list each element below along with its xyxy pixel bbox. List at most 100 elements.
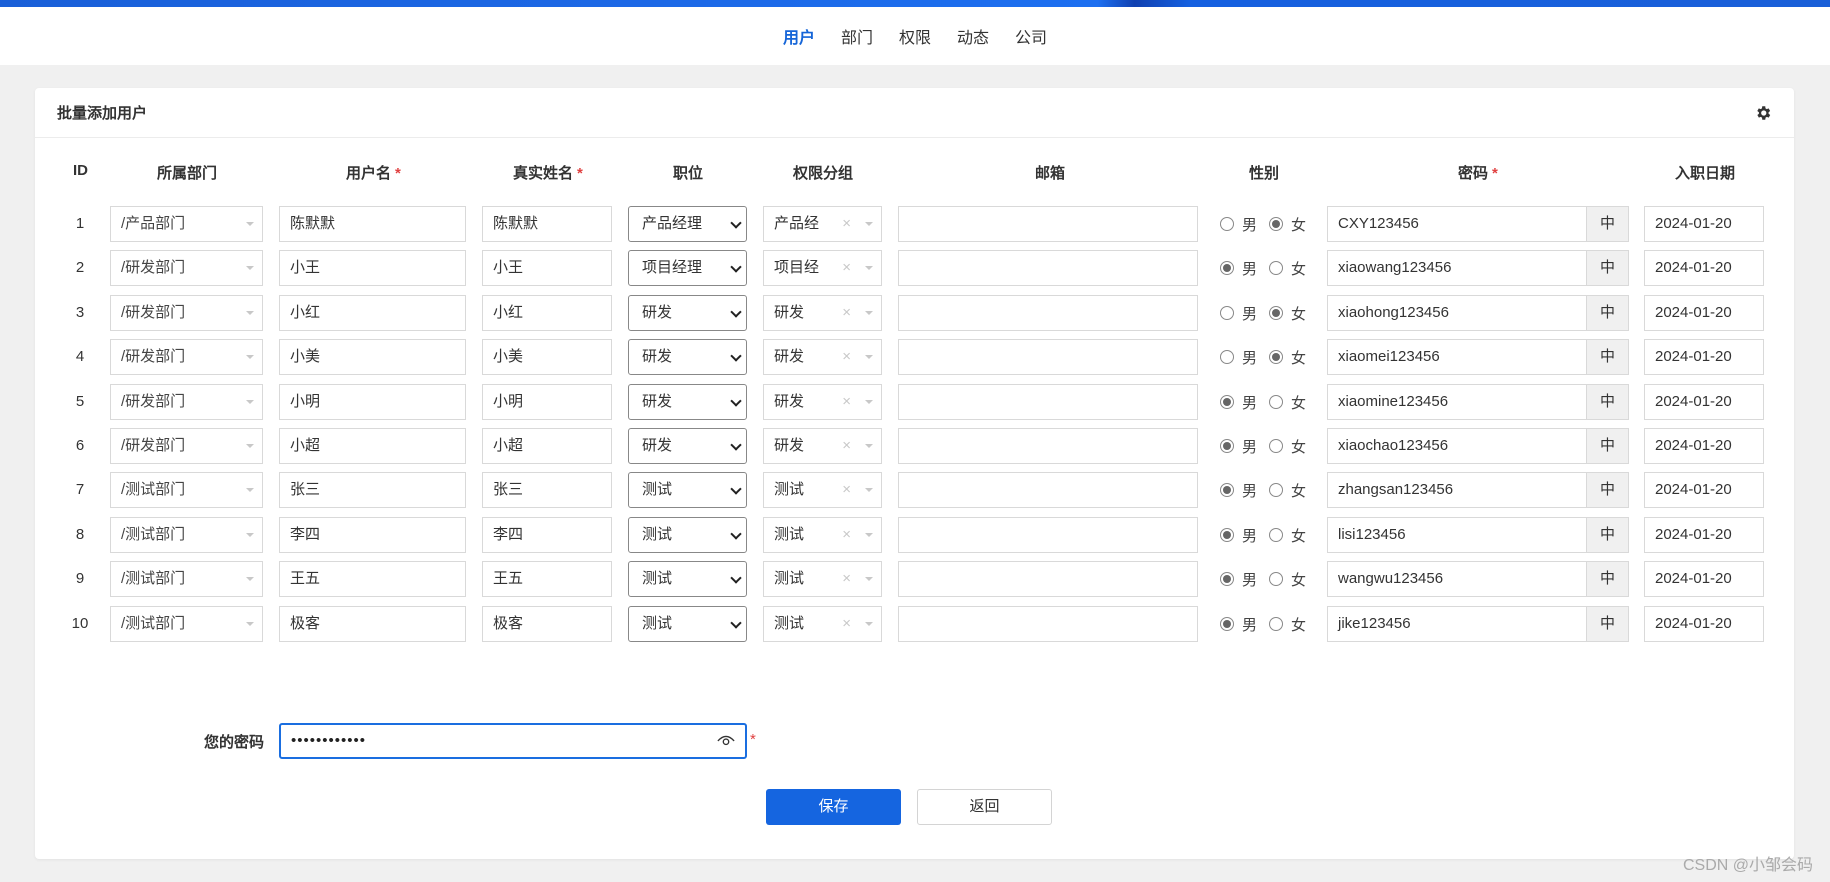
hire-date-input[interactable]: 2024-01-20 [1644, 561, 1764, 597]
realname-input[interactable]: 张三 [482, 472, 612, 508]
gender-female-radio[interactable] [1269, 217, 1284, 231]
position-select[interactable]: 测试 [628, 472, 747, 508]
dept-select[interactable]: /产品部门 [110, 206, 263, 242]
email-input[interactable] [898, 606, 1198, 642]
clear-icon[interactable]: × [842, 385, 851, 419]
position-select[interactable]: 研发 [628, 428, 747, 464]
realname-input[interactable]: 极客 [482, 606, 612, 642]
password-input[interactable]: xiaochao123456 [1327, 428, 1587, 464]
dept-select[interactable]: /研发部门 [110, 250, 263, 286]
dept-select[interactable]: /研发部门 [110, 339, 263, 375]
dept-select[interactable]: /研发部门 [110, 428, 263, 464]
group-select[interactable]: 研发 × [763, 295, 882, 331]
position-select[interactable]: 测试 [628, 606, 747, 642]
dept-select[interactable]: /研发部门 [110, 384, 263, 420]
gear-icon[interactable] [1754, 104, 1772, 122]
group-select[interactable]: 产品经 × [763, 206, 882, 242]
position-select[interactable]: 产品经理 [628, 206, 747, 242]
gender-male-radio[interactable] [1220, 217, 1234, 231]
position-select[interactable]: 研发 [628, 295, 747, 331]
hire-date-input[interactable]: 2024-01-20 [1644, 606, 1764, 642]
back-button[interactable]: 返回 [917, 789, 1052, 825]
dept-select[interactable]: /测试部门 [110, 606, 263, 642]
email-input[interactable] [898, 250, 1198, 286]
email-input[interactable] [898, 295, 1198, 331]
realname-input[interactable]: 小红 [482, 295, 612, 331]
realname-input[interactable]: 王五 [482, 561, 612, 597]
email-input[interactable] [898, 472, 1198, 508]
email-input[interactable] [898, 384, 1198, 420]
dept-select[interactable]: /研发部门 [110, 295, 263, 331]
dept-select[interactable]: /测试部门 [110, 561, 263, 597]
gender-male-radio[interactable] [1220, 350, 1234, 364]
username-input[interactable]: 小明 [279, 384, 466, 420]
realname-input[interactable]: 陈默默 [482, 206, 612, 242]
position-select[interactable]: 测试 [628, 517, 747, 553]
group-select[interactable]: 测试 × [763, 606, 882, 642]
password-input[interactable]: CXY123456 [1327, 206, 1587, 242]
gender-female-radio[interactable] [1269, 350, 1284, 364]
clear-icon[interactable]: × [842, 340, 851, 374]
username-input[interactable]: 小美 [279, 339, 466, 375]
realname-input[interactable]: 小明 [482, 384, 612, 420]
eye-icon[interactable] [717, 733, 735, 747]
realname-input[interactable]: 小王 [482, 250, 612, 286]
username-input[interactable]: 陈默默 [279, 206, 466, 242]
password-input[interactable]: xiaomine123456 [1327, 384, 1587, 420]
position-select[interactable]: 测试 [628, 561, 747, 597]
password-input[interactable]: jike123456 [1327, 606, 1587, 642]
email-input[interactable] [898, 561, 1198, 597]
hire-date-input[interactable]: 2024-01-20 [1644, 295, 1764, 331]
gender-female-radio[interactable] [1269, 617, 1284, 631]
group-select[interactable]: 测试 × [763, 561, 882, 597]
nav-item-activity[interactable]: 动态 [944, 24, 1002, 48]
gender-male-radio[interactable] [1220, 483, 1234, 497]
nav-item-company[interactable]: 公司 [1002, 24, 1060, 48]
clear-icon[interactable]: × [842, 296, 851, 330]
gender-female-radio[interactable] [1269, 528, 1284, 542]
gender-male-radio[interactable] [1220, 617, 1234, 631]
clear-icon[interactable]: × [842, 607, 851, 641]
gender-female-radio[interactable] [1269, 483, 1284, 497]
email-input[interactable] [898, 517, 1198, 553]
group-select[interactable]: 研发 × [763, 428, 882, 464]
position-select[interactable]: 项目经理 [628, 250, 747, 286]
clear-icon[interactable]: × [842, 207, 851, 241]
nav-item-departments[interactable]: 部门 [828, 24, 886, 48]
group-select[interactable]: 研发 × [763, 384, 882, 420]
group-select[interactable]: 测试 × [763, 517, 882, 553]
hire-date-input[interactable]: 2024-01-20 [1644, 384, 1764, 420]
gender-male-radio[interactable] [1220, 439, 1234, 453]
your-password-input[interactable]: •••••••••••• [279, 723, 747, 759]
password-input[interactable]: zhangsan123456 [1327, 472, 1587, 508]
clear-icon[interactable]: × [842, 473, 851, 507]
clear-icon[interactable]: × [842, 251, 851, 285]
realname-input[interactable]: 小美 [482, 339, 612, 375]
username-input[interactable]: 李四 [279, 517, 466, 553]
gender-male-radio[interactable] [1220, 395, 1234, 409]
gender-female-radio[interactable] [1269, 572, 1284, 586]
hire-date-input[interactable]: 2024-01-20 [1644, 206, 1764, 242]
group-select[interactable]: 测试 × [763, 472, 882, 508]
hire-date-input[interactable]: 2024-01-20 [1644, 428, 1764, 464]
clear-icon[interactable]: × [842, 562, 851, 596]
password-input[interactable]: xiaomei123456 [1327, 339, 1587, 375]
dept-select[interactable]: /测试部门 [110, 517, 263, 553]
username-input[interactable]: 小红 [279, 295, 466, 331]
hire-date-input[interactable]: 2024-01-20 [1644, 339, 1764, 375]
username-input[interactable]: 极客 [279, 606, 466, 642]
clear-icon[interactable]: × [842, 518, 851, 552]
password-input[interactable]: lisi123456 [1327, 517, 1587, 553]
username-input[interactable]: 张三 [279, 472, 466, 508]
realname-input[interactable]: 小超 [482, 428, 612, 464]
nav-item-permissions[interactable]: 权限 [886, 24, 944, 48]
realname-input[interactable]: 李四 [482, 517, 612, 553]
email-input[interactable] [898, 206, 1198, 242]
gender-male-radio[interactable] [1220, 306, 1234, 320]
group-select[interactable]: 研发 × [763, 339, 882, 375]
hire-date-input[interactable]: 2024-01-20 [1644, 250, 1764, 286]
hire-date-input[interactable]: 2024-01-20 [1644, 472, 1764, 508]
gender-female-radio[interactable] [1269, 261, 1284, 275]
gender-female-radio[interactable] [1269, 439, 1284, 453]
position-select[interactable]: 研发 [628, 339, 747, 375]
